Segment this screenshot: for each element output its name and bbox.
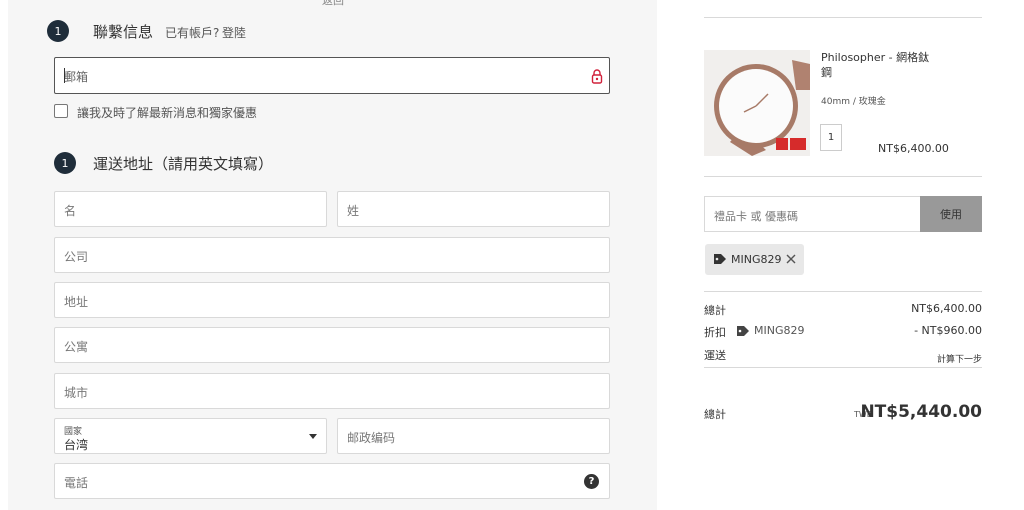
product-divider bbox=[704, 176, 982, 177]
close-icon[interactable] bbox=[785, 253, 797, 265]
total-label: 總計 bbox=[704, 408, 726, 421]
newsletter-checkbox[interactable] bbox=[54, 104, 68, 118]
address-field[interactable]: 地址 bbox=[54, 282, 610, 318]
postal-code-field[interactable]: 邮政编码 bbox=[337, 418, 610, 454]
discount-label: 折扣 bbox=[704, 326, 726, 339]
top-back-link[interactable]: 返回 bbox=[322, 0, 344, 8]
product-variant: 40mm / 玫瑰金 bbox=[821, 97, 886, 107]
first-name-field[interactable]: 名 bbox=[54, 191, 327, 227]
newsletter-label: 讓我及時了解最新消息和獨家優惠 bbox=[77, 106, 258, 120]
applied-coupon-chip: MING829 bbox=[705, 244, 804, 275]
product-name: Philosopher - 網格鈦鋼 bbox=[821, 51, 930, 79]
last-name-field[interactable]: 姓 bbox=[337, 191, 610, 227]
last-name-placeholder: 姓 bbox=[347, 204, 360, 218]
phone-placeholder: 電話 bbox=[64, 476, 89, 490]
contact-step-badge: 1 bbox=[47, 20, 69, 42]
discount-code: MING829 bbox=[754, 324, 805, 337]
login-link[interactable]: 登陸 bbox=[222, 24, 246, 41]
contact-section-title: 聯繫信息 bbox=[93, 23, 154, 41]
applied-coupon-code: MING829 bbox=[731, 253, 782, 266]
product-price: NT$6,400.00 bbox=[878, 142, 949, 155]
gift-card-input[interactable]: 禮品卡 或 優惠碼 bbox=[704, 196, 920, 232]
apply-coupon-button[interactable]: 使用 bbox=[920, 196, 982, 232]
shipping-step-badge: 1 bbox=[54, 152, 76, 174]
summary-top-divider bbox=[704, 17, 982, 18]
help-icon[interactable]: ? bbox=[584, 474, 599, 489]
company-placeholder: 公司 bbox=[64, 250, 89, 264]
country-value: 台湾 bbox=[64, 438, 89, 452]
city-field[interactable]: 城市 bbox=[54, 373, 610, 409]
email-field[interactable]: 郵箱 bbox=[54, 57, 610, 94]
lock-icon bbox=[591, 69, 603, 84]
gift-card-placeholder: 禮品卡 或 優惠碼 bbox=[714, 210, 798, 223]
phone-field[interactable]: 電話 ? bbox=[54, 463, 610, 499]
total-value: NT$5,440.00 bbox=[860, 402, 982, 422]
product-thumbnail bbox=[704, 50, 810, 156]
shipping-label: 運送 bbox=[704, 349, 726, 362]
city-placeholder: 城市 bbox=[64, 386, 89, 400]
country-select[interactable]: 國家 台湾 bbox=[54, 418, 327, 454]
apartment-placeholder: 公寓 bbox=[64, 340, 89, 354]
coupon-divider bbox=[704, 291, 982, 292]
tag-icon bbox=[714, 254, 726, 264]
discount-tag-icon bbox=[737, 326, 749, 336]
chevron-down-icon bbox=[309, 434, 317, 439]
quantity-badge: 1 bbox=[820, 124, 842, 151]
subtotal-label: 總計 bbox=[704, 304, 726, 317]
have-account-text: 已有帳戶? bbox=[165, 26, 220, 40]
apartment-field[interactable]: 公寓 bbox=[54, 327, 610, 363]
discount-value: - NT$960.00 bbox=[914, 324, 982, 337]
postal-code-placeholder: 邮政编码 bbox=[347, 431, 396, 445]
summary-divider bbox=[704, 367, 982, 368]
first-name-placeholder: 名 bbox=[64, 204, 77, 218]
shipping-section-title: 運送地址（請用英文填寫） bbox=[93, 155, 274, 173]
address-placeholder: 地址 bbox=[64, 295, 89, 309]
subtotal-value: NT$6,400.00 bbox=[911, 302, 982, 315]
company-field[interactable]: 公司 bbox=[54, 237, 610, 273]
text-cursor bbox=[64, 68, 65, 83]
email-placeholder: 郵箱 bbox=[64, 70, 89, 84]
watch-image-icon bbox=[704, 50, 810, 156]
shipping-value: 計算下一步 bbox=[936, 355, 982, 365]
